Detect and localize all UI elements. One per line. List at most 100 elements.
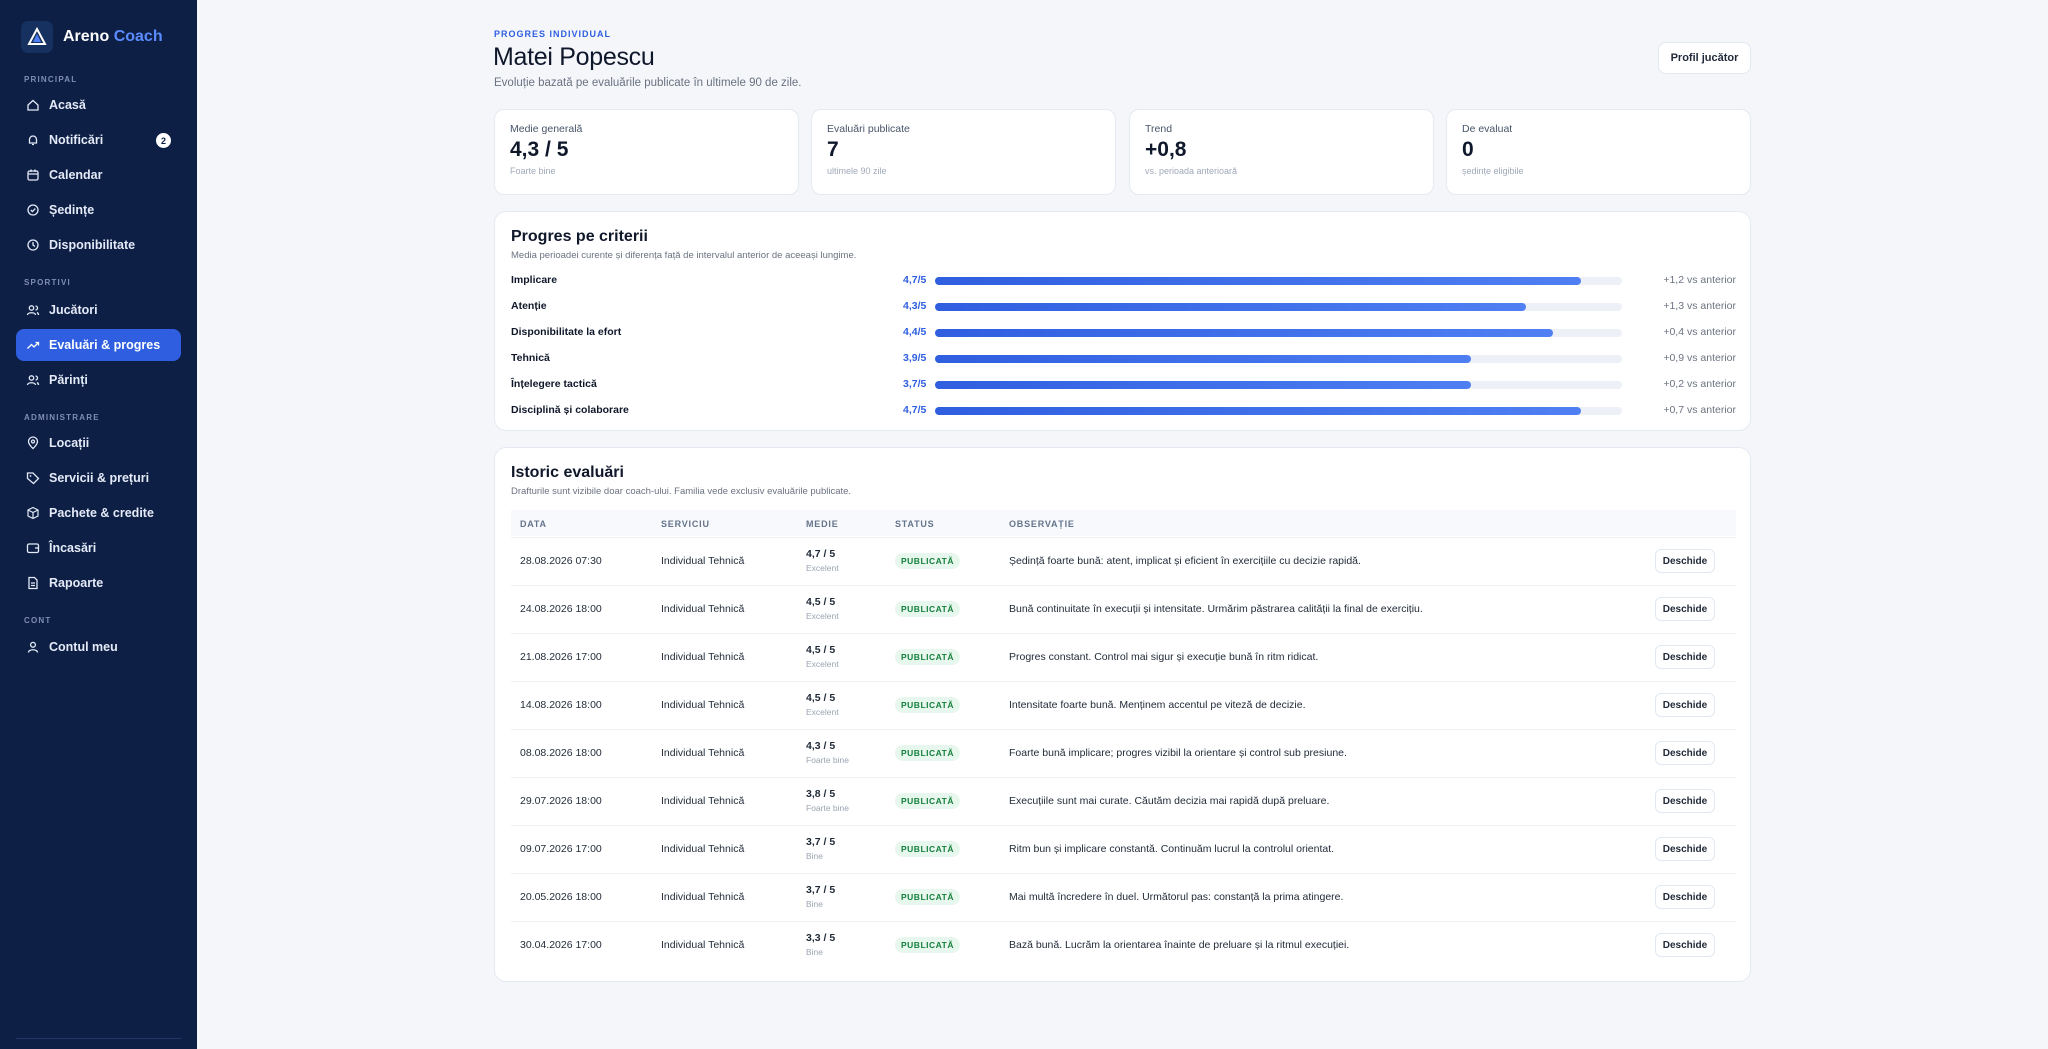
trending-up-icon: [27, 341, 40, 349]
sidebar: Areno Coach PRINCIPAL Acasă Notificări 2…: [0, 0, 197, 1049]
sidebar-item-sedinte[interactable]: Ședințe: [16, 194, 181, 226]
cell-average: 3,7 / 5: [806, 884, 836, 896]
open-evaluation-button[interactable]: Deschide: [1655, 645, 1715, 669]
sidebar-item-pachete-credite[interactable]: Pachete & credite: [16, 497, 181, 529]
sidebar-item-notificari[interactable]: Notificări 2: [16, 124, 181, 156]
cell-average: 4,5 / 5: [806, 692, 836, 704]
sidebar-item-label: Contul meu: [49, 640, 118, 654]
status-badge: PUBLICATĂ: [895, 841, 960, 857]
table-row[interactable]: 08.08.2026 18:00 Individual Tehnică 4,3 / …: [511, 729, 1736, 777]
sidebar-item-disponibilitate[interactable]: Disponibilitate: [16, 229, 181, 261]
sidebar-item-label: Pachete & credite: [49, 506, 154, 520]
column-header-status: STATUS: [895, 519, 935, 529]
wallet-icon: [26, 543, 40, 554]
open-evaluation-button[interactable]: Deschide: [1655, 933, 1715, 957]
criterion-row: Tehnică 3,9/5 +0,9 vs anterior: [511, 349, 1736, 369]
stat-label: Evaluări publicate: [827, 123, 910, 135]
cell-date: 09.07.2026 17:00: [520, 843, 602, 855]
player-profile-button[interactable]: Profil jucător: [1658, 42, 1751, 74]
cell-date: 08.08.2026 18:00: [520, 747, 602, 759]
nav-section-sportivi: SPORTIVI: [24, 278, 71, 287]
open-evaluation-button[interactable]: Deschide: [1655, 693, 1715, 717]
open-evaluation-button[interactable]: Deschide: [1655, 837, 1715, 861]
stat-value: 4,3 / 5: [510, 138, 569, 161]
criterion-row: Disciplină și colaborare 4,7/5 +0,7 vs ant…: [511, 401, 1736, 421]
sidebar-item-evaluari-progres[interactable]: Evaluări & progres: [16, 329, 181, 361]
sidebar-item-label: Notificări: [49, 133, 104, 147]
table-row[interactable]: 09.07.2026 17:00 Individual Tehnică 3,7 / …: [511, 825, 1736, 873]
sidebar-item-jucatori[interactable]: Jucători: [16, 294, 181, 326]
cell-observation: Ședință foarte bună: atent, implicat și …: [1009, 555, 1361, 567]
column-header-date: DATA: [520, 519, 547, 529]
map-pin-icon: [27, 436, 39, 450]
table-row[interactable]: 21.08.2026 17:00 Individual Tehnică 4,5 / …: [511, 633, 1736, 681]
criterion-delta: +1,3 vs anterior: [1663, 300, 1736, 312]
cell-average-label: Bine: [806, 947, 824, 957]
criterion-score: 3,7/5: [903, 378, 927, 390]
status-badge: PUBLICATĂ: [895, 793, 960, 809]
criterion-score: 4,7/5: [903, 404, 927, 416]
criterion-progress-fill: [935, 381, 1471, 389]
cell-service: Individual Tehnică: [661, 699, 745, 711]
cell-service: Individual Tehnică: [661, 603, 745, 615]
stat-card-average: Medie generală 4,3 / 5 Foarte bine: [494, 109, 799, 195]
criterion-delta: +0,7 vs anterior: [1663, 404, 1736, 416]
status-badge: PUBLICATĂ: [895, 889, 960, 905]
criterion-name: Tehnică: [511, 352, 550, 364]
stat-label: Medie generală: [510, 123, 583, 135]
criterion-progress-fill: [935, 277, 1581, 285]
cell-date: 30.04.2026 17:00: [520, 939, 602, 951]
sidebar-item-rapoarte[interactable]: Rapoarte: [16, 567, 181, 599]
column-header-observation: OBSERVAȚIE: [1009, 519, 1075, 529]
tag-icon: [26, 472, 40, 485]
status-badge: PUBLICATĂ: [895, 601, 960, 617]
cell-service: Individual Tehnică: [661, 843, 745, 855]
sidebar-item-incasari[interactable]: Încasări: [16, 532, 181, 564]
criterion-row: Înțelegere tactică 3,7/5 +0,2 vs anterior: [511, 375, 1736, 395]
criterion-name: Disponibilitate la efort: [511, 326, 622, 338]
table-row[interactable]: 29.07.2026 18:00 Individual Tehnică 3,8 / …: [511, 777, 1736, 825]
cell-average-label: Excelent: [806, 659, 839, 669]
open-evaluation-button[interactable]: Deschide: [1655, 597, 1715, 621]
cell-average: 4,3 / 5: [806, 740, 836, 752]
sidebar-item-locatii[interactable]: Locații: [16, 427, 181, 459]
sidebar-item-contul-meu[interactable]: Contul meu: [16, 631, 181, 663]
sidebar-divider: [16, 1038, 181, 1039]
cell-observation: Foarte bună implicare; progres vizibil l…: [1009, 747, 1347, 759]
page-subtitle: Evoluție bazată pe evaluările publicate …: [494, 77, 802, 89]
brand[interactable]: Areno Coach: [21, 21, 163, 53]
table-row[interactable]: 24.08.2026 18:00 Individual Tehnică 4,5 / …: [511, 585, 1736, 633]
table-row[interactable]: 20.05.2026 18:00 Individual Tehnică 3,7 / …: [511, 873, 1736, 921]
cell-service: Individual Tehnică: [661, 651, 745, 663]
stat-hint: ultimele 90 zile: [827, 166, 887, 176]
page-title: Matei Popescu: [493, 43, 655, 71]
criterion-progress-track: [935, 277, 1622, 285]
users-icon: [26, 305, 40, 316]
cell-average-label: Bine: [806, 899, 824, 909]
cell-average-label: Excelent: [806, 611, 839, 621]
sidebar-item-label: Servicii & prețuri: [49, 471, 150, 485]
criterion-progress-track: [935, 303, 1622, 311]
open-evaluation-button[interactable]: Deschide: [1655, 741, 1715, 765]
sidebar-item-servicii-preturi[interactable]: Servicii & prețuri: [16, 462, 181, 494]
table-row[interactable]: 28.08.2026 07:30 Individual Tehnică 4,7 / …: [511, 537, 1736, 585]
criterion-progress-track: [935, 329, 1622, 337]
sidebar-item-label: Calendar: [49, 168, 103, 182]
open-evaluation-button[interactable]: Deschide: [1655, 789, 1715, 813]
nav-section-cont: CONT: [24, 616, 52, 625]
sidebar-item-label: Rapoarte: [49, 576, 104, 590]
cell-service: Individual Tehnică: [661, 795, 745, 807]
clock-icon: [27, 239, 39, 251]
table-row[interactable]: 14.08.2026 18:00 Individual Tehnică 4,5 / …: [511, 681, 1736, 729]
open-evaluation-button[interactable]: Deschide: [1655, 885, 1715, 909]
open-evaluation-button[interactable]: Deschide: [1655, 549, 1715, 573]
criterion-delta: +0,4 vs anterior: [1663, 326, 1736, 338]
brand-name: Areno Coach: [63, 28, 163, 45]
status-badge: PUBLICATĂ: [895, 697, 960, 713]
criteria-card-title: Progres pe criterii: [511, 228, 648, 245]
sidebar-item-acasa[interactable]: Acasă: [16, 89, 181, 121]
user-icon: [27, 641, 39, 653]
table-row[interactable]: 30.04.2026 17:00 Individual Tehnică 3,3 / …: [511, 921, 1736, 969]
sidebar-item-parinti[interactable]: Părinți: [16, 364, 181, 396]
sidebar-item-calendar[interactable]: Calendar: [16, 159, 181, 191]
